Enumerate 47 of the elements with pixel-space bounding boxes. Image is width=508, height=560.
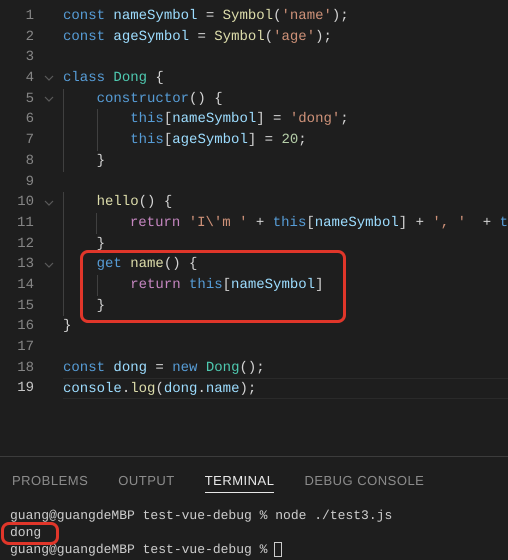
panel-tab[interactable]: TERMINAL: [204, 469, 274, 493]
line-number: 17: [16, 338, 34, 357]
panel-tab[interactable]: DEBUG CONSOLE: [304, 469, 424, 493]
code-line: }: [63, 318, 72, 334]
line-number: 9: [24, 172, 34, 192]
code-line: hello() {: [96, 194, 172, 210]
panel-tab[interactable]: OUTPUT: [118, 469, 175, 493]
code-line: const dong = new Dong();: [63, 360, 265, 376]
line-number: 18: [16, 358, 34, 378]
line-number: 5: [24, 90, 34, 109]
line-number: 19: [16, 379, 34, 398]
line-number: 4: [24, 69, 34, 88]
line-number: 8: [24, 152, 34, 171]
code-line: const nameSymbol = Symbol('name');: [63, 8, 349, 24]
chevron-down-icon[interactable]: [44, 262, 54, 268]
line-number: 2: [24, 28, 34, 47]
code-line: return 'I\'m ' + this[nameSymbol] + ', ' + t: [128, 214, 508, 231]
chevron-down-icon[interactable]: [44, 200, 54, 206]
line-number: 3: [24, 48, 34, 68]
chevron-down-icon[interactable]: [44, 96, 54, 102]
panel-tab[interactable]: PROBLEMS: [12, 469, 88, 493]
code-line: }: [96, 236, 106, 252]
code-line: return this[nameSymbol]: [129, 276, 324, 293]
code-line: class Dong {: [63, 70, 164, 86]
code-line: const ageSymbol = Symbol('age');: [63, 28, 332, 45]
line-number: 12: [16, 234, 34, 254]
line-number: 11: [16, 214, 34, 233]
code-line: this[ageSymbol] = 20;: [129, 132, 307, 148]
line-number: 10: [16, 193, 34, 212]
code-line: constructor() {: [96, 90, 223, 107]
line-number: 1: [24, 7, 34, 26]
line-number: 15: [16, 296, 34, 316]
terminal-line: guang@guangdeMBP test-vue-debug % node ./test3.js: [10, 507, 392, 524]
line-number: 13: [16, 255, 34, 274]
line-number: 14: [16, 276, 34, 295]
terminal-line: guang@guangdeMBP test-vue-debug %: [10, 541, 268, 558]
line-number: 16: [16, 317, 34, 336]
code-line: console.log(dong.name);: [63, 381, 256, 398]
line-number: 7: [24, 131, 34, 150]
chevron-down-icon[interactable]: [44, 75, 54, 82]
line-number: 6: [24, 110, 34, 130]
code-line: this[nameSymbol] = 'dong';: [129, 111, 349, 128]
code-line: get name() {: [96, 256, 198, 272]
code-line: }: [96, 298, 106, 314]
terminal-line: dong: [10, 524, 42, 541]
code-line: }: [96, 152, 106, 169]
highlight-box: [1, 522, 59, 545]
